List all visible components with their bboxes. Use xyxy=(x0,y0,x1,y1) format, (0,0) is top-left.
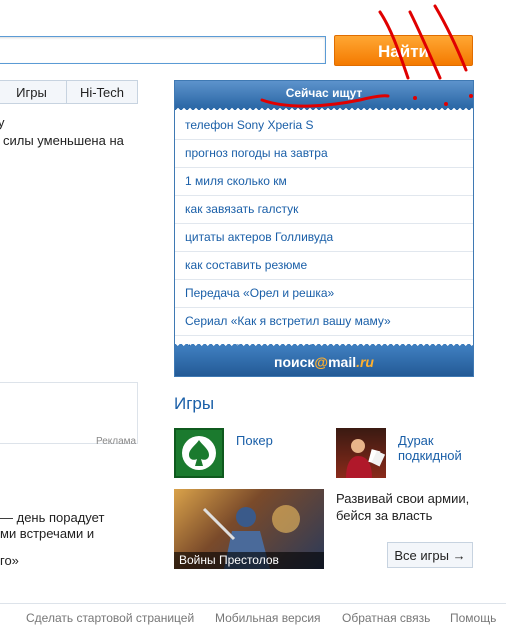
poisk-mail-footer[interactable]: поиск@mail.ru xyxy=(175,344,473,376)
spade-icon xyxy=(182,436,216,470)
horoscope-text-line1: — день порадует xyxy=(0,510,105,525)
horoscope-link[interactable]: го» xyxy=(0,553,19,569)
logo-at: @ xyxy=(314,354,329,370)
ad-label: Реклама xyxy=(96,436,137,447)
search-input[interactable] xyxy=(0,36,326,64)
trending-list: телефон Sony Xperia S прогноз погоды на … xyxy=(175,112,473,363)
news-link-fragment[interactable]: у xyxy=(0,115,5,131)
games-title[interactable]: Игры xyxy=(174,394,214,414)
footer-link-mobile[interactable]: Мобильная версия xyxy=(215,611,321,625)
promo-text: Развивай свои армии, бейся за власть xyxy=(336,490,469,524)
trending-item[interactable]: как составить резюме xyxy=(175,252,473,280)
logo-ru: .ru xyxy=(356,354,374,370)
poker-link[interactable]: Покер xyxy=(236,433,273,448)
footer-link-feedback[interactable]: Обратная связь xyxy=(342,611,430,625)
durak-link[interactable]: Дурак подкидной xyxy=(398,433,462,463)
news-text-fragment: силы уменьшена на xyxy=(3,133,124,148)
tab-hitech[interactable]: Hi-Tech xyxy=(66,80,138,104)
trending-item[interactable]: Сериал «Как я встретил вашу маму» xyxy=(175,308,473,336)
zigzag-decoration xyxy=(175,106,473,110)
tab-games[interactable]: Игры xyxy=(0,80,67,104)
card-player-icon xyxy=(346,439,386,478)
poker-thumbnail[interactable] xyxy=(174,428,224,478)
footer-link-help[interactable]: Помощь xyxy=(450,611,496,625)
trending-panel: Сейчас ищут телефон Sony Xperia S прогно… xyxy=(174,80,474,377)
durak-link-line: подкидной xyxy=(398,448,462,463)
banner-caption: Войны Престолов xyxy=(174,552,324,569)
trending-header: Сейчас ищут xyxy=(175,81,473,110)
promo-text-line: Развивай свои армии, xyxy=(336,491,470,506)
search-button[interactable]: Найти xyxy=(334,35,473,66)
zigzag-decoration xyxy=(175,344,473,348)
poisk-mail-logo[interactable]: поиск@mail.ru xyxy=(274,354,374,370)
trending-item[interactable]: Передача «Орел и решка» xyxy=(175,280,473,308)
war-of-thrones-banner[interactable]: Войны Престолов xyxy=(174,489,324,569)
logo-part: mail xyxy=(328,354,357,370)
footer-link-start-page[interactable]: Сделать стартовой страницей xyxy=(26,611,194,625)
all-games-button[interactable]: Все игры → xyxy=(387,542,473,568)
trending-item[interactable]: телефон Sony Xperia S xyxy=(175,112,473,140)
trending-item[interactable]: 1 миля сколько км xyxy=(175,168,473,196)
durak-link-line: Дурак xyxy=(398,433,434,448)
trending-item[interactable]: прогноз погоды на завтра xyxy=(175,140,473,168)
trending-item[interactable]: цитаты актеров Голливуда xyxy=(175,224,473,252)
horoscope-text-line2: ми встречами и xyxy=(0,526,95,541)
promo-text-line: бейся за власть xyxy=(336,508,433,523)
logo-part: поиск xyxy=(274,354,315,370)
trending-item[interactable]: как завязать галстук xyxy=(175,196,473,224)
durak-thumbnail[interactable] xyxy=(336,428,386,478)
footer-divider xyxy=(0,603,506,604)
ad-block[interactable] xyxy=(0,382,138,444)
trending-title: Сейчас ищут xyxy=(285,86,363,100)
